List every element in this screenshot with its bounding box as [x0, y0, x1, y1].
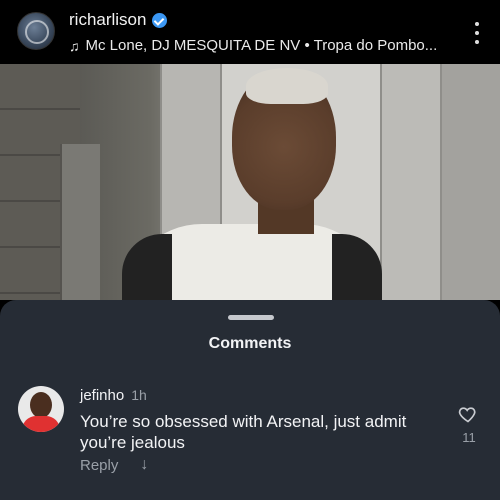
- music-label: Mc Lone, DJ MESQUITA DE NV • Tropa do Po…: [85, 37, 438, 54]
- more-vertical-icon: [475, 22, 479, 26]
- music-note-icon: ♫: [69, 37, 80, 54]
- verified-badge-icon: [152, 12, 168, 28]
- commenter-avatar[interactable]: [18, 386, 64, 432]
- author-username[interactable]: richarlison: [69, 10, 146, 30]
- author-avatar[interactable]: [17, 12, 55, 50]
- post-photo[interactable]: [0, 64, 500, 300]
- comment-author: jefinho 1h: [80, 387, 147, 404]
- comments-sheet: Comments: [0, 300, 500, 500]
- post-header: richarlison ♫ Mc Lone, DJ MESQUITA DE NV…: [0, 0, 500, 64]
- person-shirt: [122, 224, 382, 300]
- music-row[interactable]: ♫ Mc Lone, DJ MESQUITA DE NV • Tropa do …: [69, 37, 437, 54]
- comment-time: 1h: [131, 387, 147, 403]
- reply-row: Reply ↓: [80, 456, 148, 474]
- comment-username[interactable]: jefinho: [80, 387, 124, 404]
- drag-handle[interactable]: [228, 315, 274, 320]
- comments-title: Comments: [208, 335, 292, 352]
- more-options-button[interactable]: [474, 22, 480, 44]
- comment-text: You’re so obsessed with Arsenal, just ad…: [80, 412, 407, 452]
- username-row: richarlison: [69, 10, 168, 30]
- reply-button[interactable]: Reply: [80, 457, 118, 474]
- heart-icon[interactable]: [458, 404, 478, 424]
- like-count: 11: [462, 430, 476, 445]
- arrow-down-icon[interactable]: ↓: [140, 456, 148, 474]
